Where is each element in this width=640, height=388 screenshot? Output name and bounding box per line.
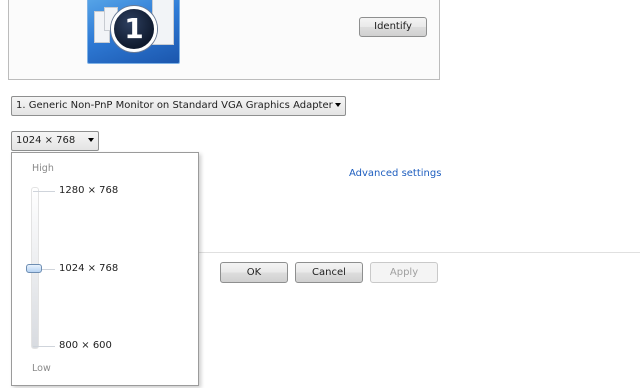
ok-button[interactable]: OK	[220, 262, 288, 283]
resolution-slider-thumb[interactable]	[26, 264, 42, 273]
monitor-number-badge: 1	[111, 6, 157, 52]
chevron-down-icon	[88, 138, 94, 142]
resolution-option-800x600[interactable]: 800 × 600	[59, 340, 112, 351]
apply-button[interactable]: Apply	[370, 262, 438, 283]
identify-button[interactable]: Identify	[359, 17, 427, 37]
resolution-slider-popup: High 1280 × 768 1024 × 768 800 × 600 Low	[11, 152, 199, 386]
cancel-button[interactable]: Cancel	[295, 262, 363, 283]
slider-high-label: High	[32, 163, 54, 174]
slider-low-label: Low	[32, 363, 51, 374]
resolution-select[interactable]: 1024 × 768	[11, 131, 99, 151]
advanced-settings-link[interactable]: Advanced settings	[349, 168, 441, 179]
display-select-value: 1. Generic Non-PnP Monitor on Standard V…	[16, 100, 333, 111]
resolution-option-1280x768[interactable]: 1280 × 768	[59, 185, 118, 196]
display-select[interactable]: 1. Generic Non-PnP Monitor on Standard V…	[11, 96, 346, 116]
chevron-down-icon	[335, 103, 341, 107]
monitor-preview-panel	[8, 0, 440, 80]
resolution-option-1024x768[interactable]: 1024 × 768	[59, 263, 118, 274]
slider-tick	[33, 191, 55, 192]
slider-tick	[33, 346, 55, 347]
resolution-select-value: 1024 × 768	[16, 135, 76, 146]
separator	[196, 252, 640, 253]
